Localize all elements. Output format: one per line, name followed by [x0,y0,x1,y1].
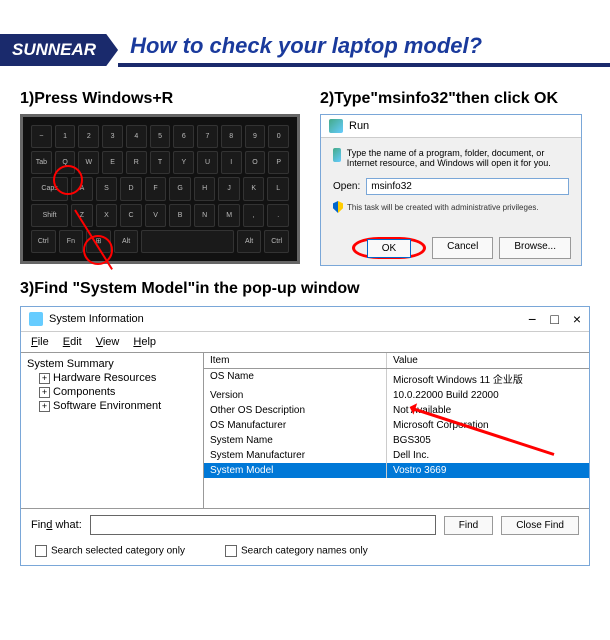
ok-button[interactable]: OK [367,239,411,258]
step-2-label: 2)Type"msinfo32"then click OK [320,90,582,108]
r-key-highlight [53,165,83,195]
run-icon [329,119,343,133]
sysinfo-icon [29,312,43,326]
details-grid: ItemValue OS NameMicrosoft Windows 11 企业… [204,353,589,508]
col-value: Value [387,353,589,368]
menubar: File Edit View Help [21,332,589,352]
run-titlebar: Run [321,115,581,138]
tree-hardware[interactable]: +Hardware Resources [27,371,197,385]
menu-view[interactable]: View [96,336,120,348]
run-body-icon [333,148,341,162]
run-input[interactable]: msinfo32 [366,178,569,195]
cancel-button[interactable]: Cancel [432,237,493,259]
maximize-button[interactable]: □ [550,311,558,327]
tree-panel: System Summary +Hardware Resources +Comp… [21,353,204,508]
minimize-button[interactable]: − [528,311,536,327]
close-button[interactable]: × [573,311,581,327]
tree-components[interactable]: +Components [27,385,197,399]
run-dialog: Run Type the name of a program, folder, … [320,114,582,266]
step-3-label: 3)Find "System Model"in the pop-up windo… [20,280,590,298]
step-2: 2)Type"msinfo32"then click OK Run Type t… [320,90,582,266]
system-info-window: System Information − □ × File Edit View … [20,306,590,566]
check-selected-category[interactable]: Search selected category only [35,545,185,557]
find-button[interactable]: Find [444,516,493,535]
tree-software[interactable]: +Software Environment [27,399,197,413]
run-title-text: Run [349,120,369,132]
page-title: How to check your laptop model? [118,33,610,67]
shield-icon [333,201,343,213]
selected-row[interactable]: System ModelVostro 3669 [204,463,589,478]
find-input[interactable] [90,515,436,535]
col-item: Item [204,353,387,368]
menu-help[interactable]: Help [133,336,156,348]
run-help: Type the name of a program, folder, docu… [333,148,569,168]
find-label: Find what: [31,519,82,531]
menu-edit[interactable]: Edit [63,336,82,348]
header: SUNNEAR How to check your laptop model? [0,30,610,70]
open-label: Open: [333,181,360,192]
close-find-button[interactable]: Close Find [501,516,579,535]
ok-highlight: OK [352,237,426,259]
sysinfo-title: System Information [49,313,144,325]
menu-file[interactable]: File [31,336,49,348]
check-category-names[interactable]: Search category names only [225,545,368,557]
browse-button[interactable]: Browse... [499,237,571,259]
keyboard-image: ~1234567890 TabQWERTYUIOP CapsASDFGHJKL … [20,114,300,264]
step-1-label: 1)Press Windows+R [20,90,300,108]
step-1: 1)Press Windows+R ~1234567890 TabQWERTYU… [20,90,300,266]
brand-badge: SUNNEAR [0,34,118,66]
tree-root[interactable]: System Summary [27,357,197,371]
